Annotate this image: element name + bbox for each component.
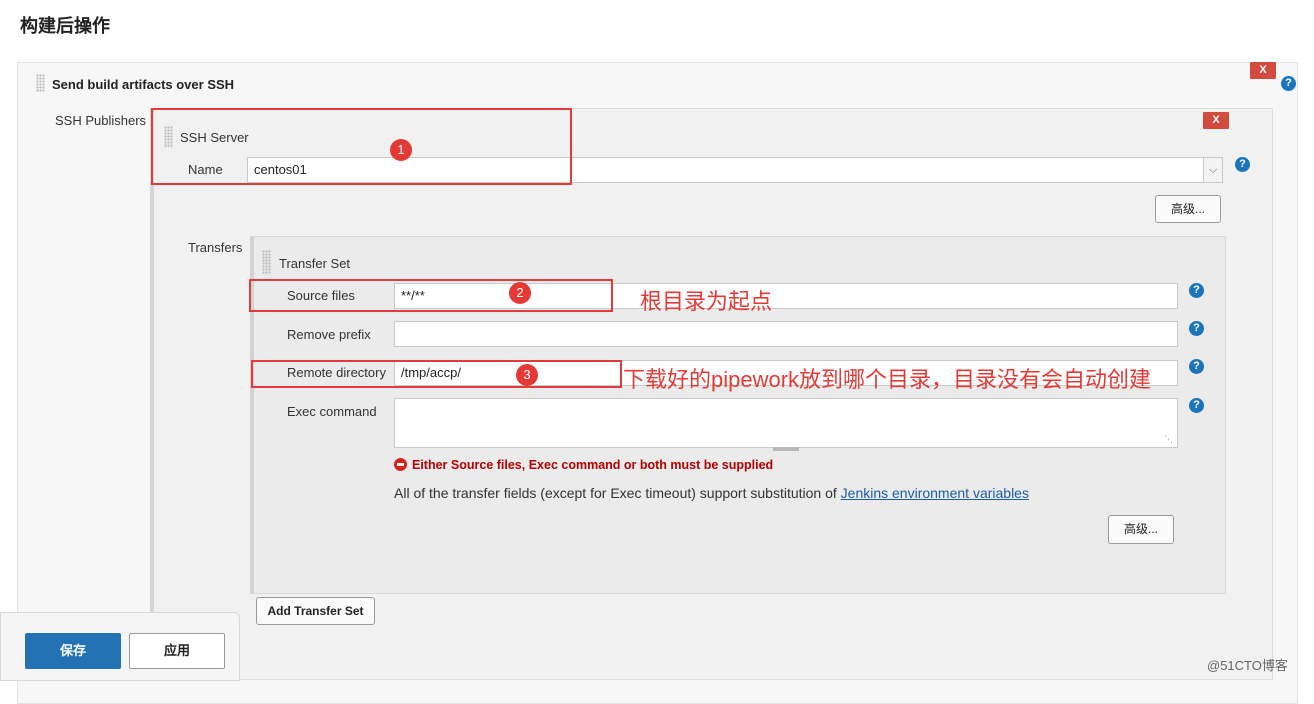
annotation-note-2: 根目录为起点: [640, 289, 773, 314]
transfers-label: Transfers: [188, 240, 243, 255]
help-icon[interactable]: ?: [1235, 157, 1250, 172]
error-text: Either Source files, Exec command or bot…: [412, 458, 774, 472]
resize-handle[interactable]: [773, 447, 799, 451]
chevron-down-icon[interactable]: ⌵: [1203, 157, 1223, 183]
add-transfer-set-button[interactable]: Add Transfer Set: [256, 597, 375, 625]
apply-button[interactable]: 应用: [129, 633, 225, 669]
plugin-title: Send build artifacts over SSH: [52, 77, 235, 92]
save-button[interactable]: 保存: [25, 633, 121, 669]
info-text: All of the transfer fields (except for E…: [394, 485, 1029, 501]
help-icon[interactable]: ?: [1189, 359, 1204, 374]
validation-error: Either Source files, Exec command or bot…: [394, 457, 773, 472]
annotation-marker-3: 3: [516, 364, 538, 386]
info-text-body: All of the transfer fields (except for E…: [394, 485, 841, 501]
section-title: 构建后操作: [20, 16, 110, 36]
remove-prefix-label: Remove prefix: [287, 327, 371, 342]
annotation-box-3: [251, 360, 622, 388]
help-icon[interactable]: ?: [1189, 321, 1204, 336]
annotation-note-3: 下载好的pipework放到哪个目录，目录没有会自动创建: [623, 367, 1152, 392]
remove-prefix-input[interactable]: [394, 321, 1178, 347]
help-icon[interactable]: ?: [1281, 76, 1296, 91]
error-icon: [394, 458, 407, 471]
watermark: @51CTO博客: [1207, 658, 1288, 673]
drag-handle[interactable]: [262, 250, 271, 274]
ssh-publishers-label: SSH Publishers: [55, 113, 147, 128]
delete-server-button[interactable]: X: [1203, 112, 1229, 129]
help-icon[interactable]: ?: [1189, 398, 1204, 413]
exec-command-label: Exec command: [287, 404, 377, 419]
help-icon[interactable]: ?: [1189, 283, 1204, 298]
resize-corner-icon[interactable]: ⋱: [1164, 434, 1173, 445]
exec-command-textarea[interactable]: [394, 398, 1178, 448]
annotation-marker-2: 2: [509, 282, 531, 304]
transfer-advanced-button[interactable]: 高级...: [1108, 515, 1174, 544]
annotation-box-1: [151, 108, 572, 185]
annotation-marker-1: 1: [390, 139, 412, 161]
env-variables-link[interactable]: Jenkins environment variables: [841, 485, 1029, 501]
annotation-box-2: [249, 279, 613, 312]
server-advanced-button[interactable]: 高级...: [1155, 195, 1221, 223]
drag-handle[interactable]: [36, 74, 45, 92]
transfer-set-title: Transfer Set: [279, 256, 351, 271]
delete-plugin-button[interactable]: X: [1250, 62, 1276, 79]
